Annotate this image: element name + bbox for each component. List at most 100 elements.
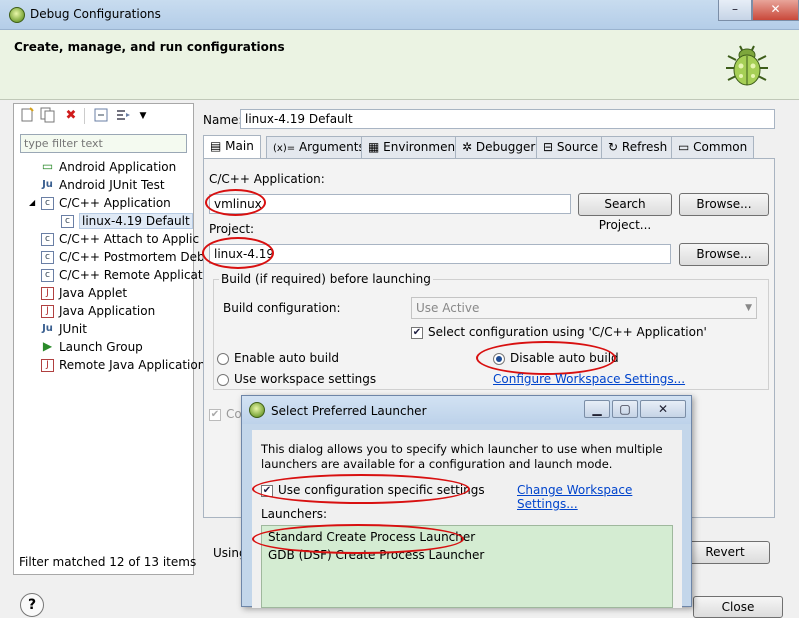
debug-bug-icon: [9, 7, 25, 23]
project-label: Project:: [209, 222, 255, 236]
main-tab-icon: ▤: [210, 139, 222, 153]
debug-bug-icon: [726, 45, 768, 86]
tab-main[interactable]: ▤ Main: [203, 135, 261, 159]
name-label: Name:: [203, 113, 243, 127]
use-workspace-settings-radio[interactable]: Use workspace settings: [217, 372, 376, 386]
close-button[interactable]: Close: [693, 596, 783, 618]
tree-item-junit[interactable]: Ju JUnit: [41, 320, 87, 338]
config-tree: ▭ Android Application Ju Android JUnit Tes…: [14, 158, 205, 374]
browse-app-button[interactable]: Browse...: [679, 193, 769, 216]
tab-common[interactable]: ▭ Common: [671, 136, 755, 158]
toolbar-divider: [84, 108, 85, 124]
header-banner: Create, manage, and run configurations: [0, 30, 799, 100]
tree-item-cpp-postmortem[interactable]: c C/C++ Postmortem Deb: [41, 248, 205, 266]
partial-checkbox[interactable]: ✔ Co: [209, 407, 242, 421]
change-workspace-link[interactable]: Change Workspace Settings...: [517, 483, 682, 511]
tree-expander-chevron-down-icon[interactable]: ◢: [29, 194, 35, 212]
help-icon[interactable]: ?: [20, 593, 44, 617]
banner-title: Create, manage, and run configurations: [14, 40, 285, 54]
tab-environment[interactable]: ▦ Environment: [361, 136, 467, 158]
dialog-close-button[interactable]: ✕: [640, 400, 686, 418]
collapse-all-icon[interactable]: [92, 107, 110, 125]
dialog-body: This dialog allows you to specify which …: [252, 430, 682, 608]
use-specific-settings-checkbox[interactable]: ✔ Use configuration specific settings: [261, 483, 485, 497]
debugger-tab-icon: ✲: [462, 140, 473, 154]
window-title: Debug Configurations: [30, 7, 161, 21]
c-attach-icon: c: [41, 233, 54, 246]
tree-item-cpp-application[interactable]: c C/C++ Application: [41, 194, 171, 212]
java-app-icon: J: [41, 305, 54, 318]
source-tab-icon: ⊟: [543, 140, 554, 154]
select-launcher-dialog: Select Preferred Launcher ▁ ▢ ✕ This dia…: [241, 395, 692, 608]
tree-item-android-junit-test[interactable]: Ju Android JUnit Test: [41, 176, 165, 194]
tree-item-remote-java[interactable]: J Remote Java Application: [41, 356, 205, 374]
tree-item-launch-group[interactable]: ▶ Launch Group: [41, 338, 143, 356]
tab-source[interactable]: ⊟ Source: [536, 136, 606, 158]
chevron-down-icon: ▼: [745, 303, 752, 313]
dialog-titlebar: Select Preferred Launcher ▁ ▢ ✕: [242, 396, 691, 424]
checkbox-checked-icon: ✔: [411, 326, 423, 339]
c-config-icon: c: [61, 215, 74, 228]
tree-item-java-applet[interactable]: J Java Applet: [41, 284, 127, 302]
radio-on-icon: [493, 352, 505, 365]
revert-button[interactable]: Revert: [680, 541, 770, 564]
checkbox-checked-icon: ✔: [261, 484, 273, 497]
radio-off-icon: [217, 373, 229, 386]
refresh-tab-icon: ↻: [608, 140, 619, 154]
checkbox-checked-icon: ✔: [209, 408, 221, 421]
disable-auto-build-radio[interactable]: Disable auto build: [493, 351, 619, 365]
junit-icon: Ju: [41, 323, 54, 336]
launch-group-icon: ▶: [41, 339, 54, 354]
dialog-description: This dialog allows you to specify which …: [261, 442, 663, 471]
dialog-maximize-button[interactable]: ▢: [612, 400, 638, 418]
project-input[interactable]: linux-4.19: [209, 244, 671, 264]
arguments-tab-icon: (x)=: [273, 143, 296, 154]
enable-auto-build-radio[interactable]: Enable auto build: [217, 351, 339, 365]
tree-item-java-application[interactable]: J Java Application: [41, 302, 155, 320]
build-config-label: Build configuration:: [223, 301, 341, 315]
browse-project-button[interactable]: Browse...: [679, 243, 769, 266]
config-name-input[interactable]: linux-4.19 Default: [240, 109, 775, 129]
app-label: C/C++ Application:: [209, 172, 325, 186]
dialog-minimize-button[interactable]: ▁: [584, 400, 610, 418]
search-project-button[interactable]: Search Project...: [578, 193, 672, 232]
app-input[interactable]: vmlinux: [209, 194, 571, 214]
launch-config-panel: ✖ ▼ ▭Android Application JuAndroid JUnit…: [13, 103, 205, 575]
filter-input[interactable]: [20, 134, 187, 153]
select-config-checkbox[interactable]: ✔ Select configuration using 'C/C++ Appli…: [411, 325, 707, 339]
dialog-title: Select Preferred Launcher: [271, 404, 427, 418]
android-app-icon: ▭: [41, 159, 54, 174]
tab-arguments[interactable]: (x)= Arguments: [266, 136, 372, 158]
filter-config-icon[interactable]: [114, 107, 132, 125]
tree-item-linux-default[interactable]: c linux-4.19 Default: [61, 212, 193, 230]
window-titlebar: Debug Configurations – ✕: [0, 0, 799, 30]
launchers-label: Launchers:: [261, 507, 328, 521]
delete-config-icon[interactable]: ✖: [62, 107, 80, 125]
duplicate-config-icon[interactable]: [38, 107, 56, 125]
new-config-icon[interactable]: [18, 107, 36, 125]
list-item[interactable]: Standard Create Process Launcher: [268, 530, 475, 544]
c-app-icon: c: [41, 197, 54, 210]
launchers-list: Standard Create Process Launcher GDB (DS…: [261, 525, 673, 608]
filter-status: Filter matched 12 of 13 items: [19, 555, 197, 569]
build-config-select[interactable]: Use Active ▼: [411, 297, 757, 319]
environment-tab-icon: ▦: [368, 140, 380, 154]
remote-java-icon: J: [41, 359, 54, 372]
tab-refresh[interactable]: ↻ Refresh: [601, 136, 675, 158]
view-menu-chevron-down-icon[interactable]: ▼: [134, 107, 152, 125]
tree-item-android-application[interactable]: ▭ Android Application: [41, 158, 176, 176]
java-applet-icon: J: [41, 287, 54, 300]
tree-item-cpp-attach[interactable]: c C/C++ Attach to Applic: [41, 230, 199, 248]
list-item[interactable]: GDB (DSF) Create Process Launcher: [268, 548, 484, 562]
c-postmortem-icon: c: [41, 251, 54, 264]
junit-icon: Ju: [41, 179, 54, 192]
window-close-button[interactable]: ✕: [752, 0, 799, 21]
build-group: Build (if required) before launching Bui…: [213, 272, 769, 390]
configure-workspace-link[interactable]: Configure Workspace Settings...: [493, 372, 685, 386]
build-group-label: Build (if required) before launching: [219, 272, 433, 286]
tree-item-cpp-remote[interactable]: c C/C++ Remote Applicat: [41, 266, 203, 284]
window-minimize-button[interactable]: –: [718, 0, 752, 21]
radio-off-icon: [217, 352, 229, 365]
common-tab-icon: ▭: [678, 140, 690, 154]
tab-debugger[interactable]: ✲ Debugger: [455, 136, 543, 158]
